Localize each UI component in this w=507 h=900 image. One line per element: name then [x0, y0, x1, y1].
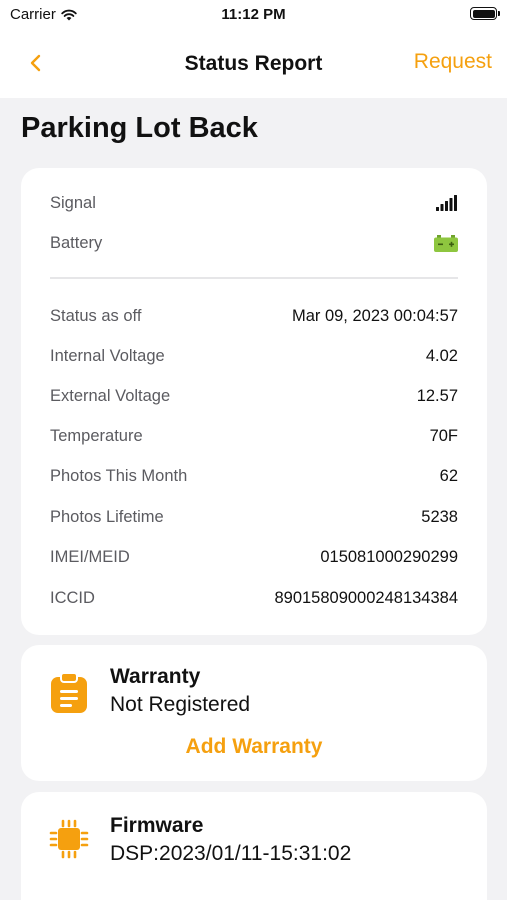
warranty-card: Warranty Not Registered Add Warranty — [21, 645, 487, 781]
battery-icon — [434, 234, 458, 252]
page-title: Parking Lot Back — [21, 112, 258, 144]
photos-month-label: Photos This Month — [50, 466, 188, 485]
temperature-label: Temperature — [50, 426, 143, 445]
add-warranty-button[interactable]: Add Warranty — [21, 735, 487, 759]
info-row: Temperature 70F — [50, 424, 458, 448]
info-row: ICCID 89015809000248134384 — [50, 586, 458, 610]
battery-row: Battery — [50, 231, 458, 255]
signal-row: Signal — [50, 191, 458, 215]
info-row: Photos This Month 62 — [50, 464, 458, 488]
chip-icon — [49, 819, 89, 859]
info-row: Status as off Mar 09, 2023 00:04:57 — [50, 304, 458, 328]
external-voltage-label: External Voltage — [50, 386, 171, 405]
photos-lifetime-label: Photos Lifetime — [50, 507, 164, 526]
imei-value: 015081000290299 — [320, 547, 458, 566]
status-bar: Carrier 11:12 PM — [0, 0, 507, 28]
info-row: Photos Lifetime 5238 — [50, 505, 458, 529]
firmware-version: DSP:2023/01/11-15:31:02 — [110, 842, 352, 865]
internal-voltage-label: Internal Voltage — [50, 346, 165, 365]
clipboard-icon — [49, 673, 89, 713]
battery-label: Battery — [50, 233, 103, 252]
imei-label: IMEI/MEID — [50, 547, 130, 566]
photos-lifetime-value: 5238 — [421, 507, 458, 526]
temperature-value: 70F — [429, 426, 458, 445]
info-row: External Voltage 12.57 — [50, 384, 458, 408]
signal-bars-icon — [436, 195, 457, 211]
clock: 11:12 PM — [221, 6, 286, 23]
warranty-status: Not Registered — [110, 693, 251, 716]
status-as-of-label: Status as off — [50, 306, 142, 325]
navigation-bar: Status Report Request — [0, 28, 507, 98]
status-card: Signal Battery Status as off Mar 09, 202… — [21, 168, 487, 635]
status-as-of-value: Mar 09, 2023 00:04:57 — [291, 306, 458, 325]
info-row: IMEI/MEID 015081000290299 — [50, 545, 458, 569]
external-voltage-value: 12.57 — [416, 386, 458, 405]
signal-label: Signal — [50, 193, 96, 212]
status-battery-icon — [470, 7, 500, 20]
iccid-value: 89015809000248134384 — [274, 588, 458, 607]
internal-voltage-value: 4.02 — [425, 346, 458, 365]
firmware-card: Firmware DSP:2023/01/11-15:31:02 — [21, 792, 487, 900]
info-row: Internal Voltage 4.02 — [50, 344, 458, 368]
firmware-title: Firmware — [110, 814, 204, 837]
iccid-label: ICCID — [50, 588, 95, 607]
request-button[interactable]: Request — [414, 50, 492, 74]
divider — [50, 277, 458, 279]
warranty-title: Warranty — [110, 665, 201, 688]
photos-month-value: 62 — [439, 466, 458, 485]
